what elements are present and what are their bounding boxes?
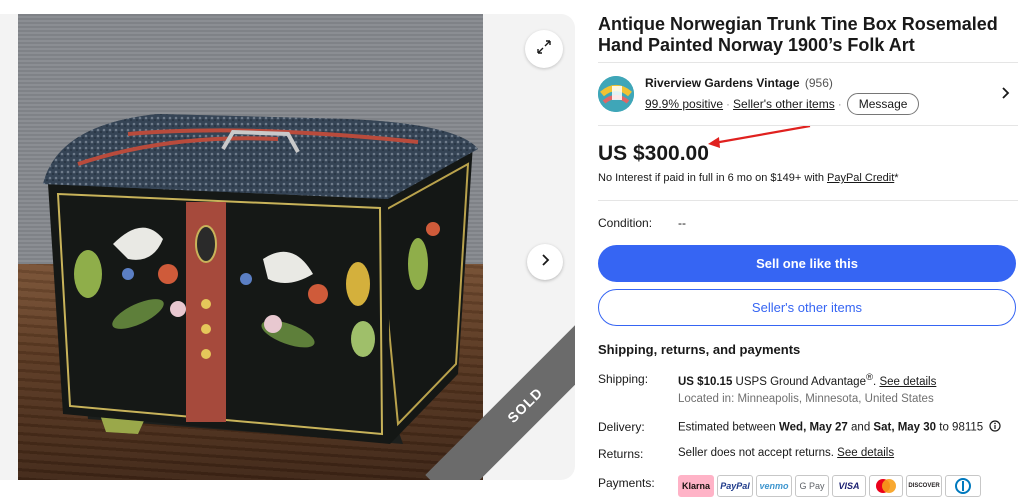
sold-label: SOLD <box>504 384 546 426</box>
financing-asterisk: * <box>894 172 899 184</box>
shipping-label: Shipping: <box>598 372 649 386</box>
discover-logo: DISCOVER <box>906 475 942 497</box>
sell-one-like-this-button[interactable]: Sell one like this <box>598 245 1016 282</box>
listing-title: Antique Norwegian Trunk Tine Box Rosemal… <box>598 14 998 55</box>
paypal-logo: PayPal <box>717 475 753 497</box>
visa-logo: VISA <box>832 475 866 497</box>
chevron-right-icon[interactable] <box>1000 86 1012 105</box>
condition-label: Condition: <box>598 216 653 230</box>
listing-photo[interactable] <box>18 14 483 480</box>
returns-value: Seller does not accept returns. See deta… <box>678 447 894 459</box>
delivery-end: Sat, May 30 <box>873 421 937 434</box>
paypal-credit-link[interactable]: PayPal Credit <box>827 172 894 184</box>
divider <box>598 62 1018 63</box>
seller-links: 99.9% positive · Seller's other items · … <box>645 93 920 115</box>
item-location: Located in: Minneapolis, Minnesota, Unit… <box>678 393 934 405</box>
condition-value: -- <box>678 216 686 230</box>
info-icon[interactable] <box>989 420 1001 435</box>
shipping-price: US $10.15 <box>678 375 733 388</box>
separator-dot: · <box>726 97 731 111</box>
seller-card[interactable]: Riverview Gardens Vintage (956) 99.9% po… <box>598 72 1018 118</box>
image-gallery: SOLD <box>0 14 575 480</box>
payment-methods: Klarna PayPal venmo G Pay VISA DISCOVER <box>678 475 981 497</box>
diners-club-logo <box>945 475 981 497</box>
seller-name-line: Riverview Gardens Vintage (956) <box>645 76 833 90</box>
mastercard-logo <box>869 475 903 497</box>
delivery-zip: to 98115 <box>936 421 984 434</box>
rosemaled-trunk-illustration <box>43 114 478 444</box>
delivery-value: Estimated between Wed, May 27 and Sat, M… <box>678 420 1001 435</box>
shipping-registered-mark: ® <box>865 372 874 383</box>
shipping-see-details-link[interactable]: See details <box>879 376 936 388</box>
venmo-logo: venmo <box>756 475 792 497</box>
shipping-service: USPS Ground Advantage <box>732 375 866 388</box>
expand-image-button[interactable] <box>525 30 563 68</box>
google-pay-logo: G Pay <box>795 475 829 497</box>
returns-label: Returns: <box>598 447 644 461</box>
seller-positive-link[interactable]: 99.9% positive <box>645 97 723 111</box>
divider <box>598 125 1018 126</box>
seller-other-items-link[interactable]: Seller's other items <box>733 97 835 111</box>
returns-text: Seller does not accept returns. <box>678 447 838 459</box>
returns-see-details-link[interactable]: See details <box>837 447 894 459</box>
seller-feedback-count: (956) <box>804 76 833 90</box>
shipping-value: US $10.15 USPS Ground Advantage®. See de… <box>678 372 936 388</box>
shipping-heading: Shipping, returns, and payments <box>598 342 801 357</box>
separator-dot: · <box>837 97 842 111</box>
financing-note: No Interest if paid in full in 6 mo on $… <box>598 172 899 184</box>
seller-name[interactable]: Riverview Gardens Vintage <box>645 76 800 90</box>
delivery-label: Delivery: <box>598 420 645 434</box>
chevron-right-icon <box>538 253 552 272</box>
delivery-start: Wed, May 27 <box>779 421 848 434</box>
message-button[interactable]: Message <box>846 93 920 115</box>
seller-avatar[interactable] <box>598 76 634 112</box>
expand-icon <box>535 38 553 61</box>
sellers-other-items-button[interactable]: Seller's other items <box>598 289 1016 326</box>
divider <box>598 200 1018 201</box>
delivery-and: and <box>847 421 874 434</box>
price: US $300.00 <box>598 142 709 165</box>
delivery-prefix: Estimated between <box>678 421 780 434</box>
payments-label: Payments: <box>598 476 655 490</box>
financing-text: No Interest if paid in full in 6 mo on $… <box>598 172 827 184</box>
klarna-logo: Klarna <box>678 475 714 497</box>
next-image-button[interactable] <box>527 244 563 280</box>
